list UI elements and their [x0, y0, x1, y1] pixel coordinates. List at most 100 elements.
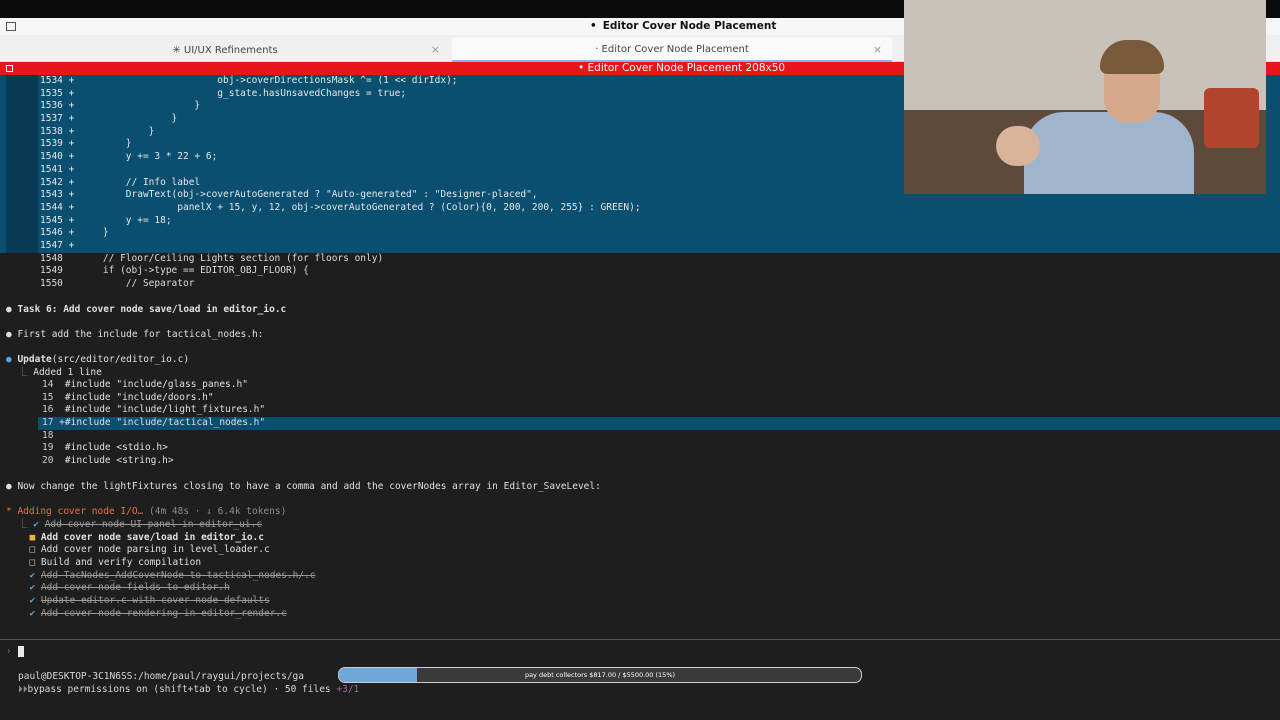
diff-gutter — [6, 201, 38, 215]
terminal-menu-icon[interactable] — [6, 65, 13, 72]
diff-line-text: 1541 + — [40, 163, 81, 175]
diff-gutter — [6, 239, 38, 253]
todo-item: ✔ Add TacNodes_AddCoverNode to tactical_… — [18, 570, 315, 583]
todo-item: □ Add cover node parsing in level_loader… — [18, 544, 270, 557]
diff-gutter — [6, 176, 38, 190]
diff-line-text: 1534 + obj->coverDirectionsMask ^= (1 <<… — [40, 75, 458, 86]
diff-line-text: 1548 // Floor/Ceiling Lights section (fo… — [40, 252, 384, 264]
diff-line-text: 1543 + DrawText(obj->coverAutoGenerated … — [40, 189, 538, 201]
tool-call-update: ● Update(src/editor/editor_io.c) — [6, 354, 190, 365]
webcam-object — [1204, 88, 1259, 148]
webcam-person-hand — [996, 126, 1040, 166]
diff-gutter — [6, 151, 38, 164]
progress-label: pay debt collectors $817.00 / $5500.00 (… — [524, 671, 676, 679]
line-number: 15 — [42, 392, 54, 403]
diff-line-text: 1537 + } — [40, 113, 178, 125]
line-number: 18 — [42, 430, 54, 441]
include-text: #include "include/doors.h" — [53, 392, 214, 403]
task-heading: ● Task 6: Add cover node save/load in ed… — [6, 304, 287, 315]
window-menu-icon[interactable] — [6, 22, 16, 31]
terminal-title: • Editor Cover Node Placement 208x50 — [578, 62, 786, 74]
webcam-person-shirt — [1024, 112, 1194, 194]
diff-line-text: 1547 + — [40, 239, 81, 251]
tab-label: · Editor Cover Node Placement — [595, 43, 749, 55]
line-number: 16 — [42, 404, 54, 415]
diff-gutter — [6, 278, 38, 291]
diff-line-text: 1535 + g_state.hasUnsavedChanges = true; — [40, 87, 407, 99]
diff-gutter — [6, 163, 38, 177]
diff-gutter — [6, 113, 38, 126]
diff-line: 1546 + } — [0, 227, 1280, 240]
diff-line: 1544 + panelX + 15, y, 12, obj->coverAut… — [0, 201, 1280, 215]
tab-ui-ux-refinements[interactable]: ✳ UI/UX Refinements × — [0, 38, 450, 62]
include-text: #include <string.h> — [53, 455, 174, 466]
diff-gutter — [6, 125, 38, 139]
diff-line: 1549 if (obj->type == EDITOR_OBJ_FLOOR) … — [0, 265, 1280, 278]
input-divider — [0, 639, 1280, 640]
tool-result-summary: ⎿ Added 1 line — [18, 367, 102, 378]
include-line: 16 #include "include/light_fixtures.h" — [42, 404, 265, 417]
todo-text: Build and verify compilation — [40, 557, 202, 568]
todo-item: ✔ Add cover node rendering in editor_ren… — [18, 608, 286, 621]
diff-line-text: 1546 + } — [40, 227, 109, 239]
diff-gutter — [6, 75, 38, 88]
diff-line: 1550 // Separator — [0, 278, 1280, 291]
include-line: 14 #include "include/glass_panes.h" — [42, 379, 248, 392]
line-number: 20 — [42, 455, 54, 466]
todo-item: ⎿ ✔ Add cover node UI panel in editor_ui… — [18, 519, 263, 530]
include-line: 15 #include "include/doors.h" — [42, 392, 214, 405]
diff-line-text: 1542 + // Info label — [40, 176, 201, 188]
diff-gutter — [6, 214, 38, 228]
include-line: 17 +#include "include/tactical_nodes.h" — [42, 417, 265, 430]
diff-line-text: 1544 + panelX + 15, y, 12, obj->coverAut… — [40, 201, 641, 213]
include-text: #include "include/glass_panes.h" — [53, 379, 248, 390]
tab-editor-cover-node-placement[interactable]: · Editor Cover Node Placement × — [452, 38, 892, 62]
activity-status: * Adding cover node I/O… (4m 48s · ↓ 6.4… — [6, 506, 287, 517]
close-icon[interactable]: × — [431, 43, 440, 56]
include-text: #include <stdio.h> — [53, 442, 168, 453]
prompt-chevron-icon: › — [6, 646, 12, 657]
todo-text: Update editor.c with cover node defaults — [40, 595, 270, 606]
include-line: 20 #include <string.h> — [42, 455, 174, 468]
line-number: 19 — [42, 442, 54, 453]
goal-progress-bar: pay debt collectors $817.00 / $5500.00 (… — [338, 667, 862, 683]
diff-line-text: 1545 + y += 18; — [40, 214, 172, 226]
include-text: +#include "include/tactical_nodes.h" — [53, 417, 266, 428]
include-line: 18 — [42, 430, 53, 443]
permission-mode[interactable]: ⏵⏵bypass permissions on (shift+tab to cy… — [18, 684, 359, 697]
line-number: 14 — [42, 379, 54, 390]
assistant-message: ● First add the include for tactical_nod… — [6, 329, 264, 340]
include-line: 19 #include <stdio.h> — [42, 442, 168, 455]
todo-item: ■ Add cover node save/load in editor_io.… — [18, 532, 264, 545]
cwd-path: paul@DESKTOP-3C1N6SS:/home/paul/raygui/p… — [18, 671, 304, 682]
diff-gutter — [6, 265, 38, 278]
line-number: 17 — [42, 417, 54, 428]
diff-line-text: 1550 // Separator — [40, 278, 195, 289]
assistant-message: ● Now change the lightFixtures closing t… — [6, 481, 601, 492]
diff-gutter — [6, 253, 38, 266]
todo-item: ✔ Update editor.c with cover node defaul… — [18, 595, 270, 608]
include-text: #include "include/light_fixtures.h" — [53, 404, 266, 415]
diff-gutter — [6, 100, 38, 114]
todo-text: Add cover node UI panel in editor_ui.c — [44, 519, 263, 530]
diff-line: 1548 // Floor/Ceiling Lights section (fo… — [0, 253, 1280, 266]
diff-line-text: 1538 + } — [40, 125, 155, 137]
diff-gutter — [6, 227, 38, 240]
diff-line-text: 1539 + } — [40, 138, 132, 150]
diff-gutter — [6, 189, 38, 202]
diff-line-text: 1540 + y += 3 * 22 + 6; — [40, 151, 218, 163]
tab-label: ✳ UI/UX Refinements — [172, 44, 278, 56]
todo-text: Add TacNodes_AddCoverNode to tactical_no… — [40, 570, 316, 581]
diff-line-text: 1549 if (obj->type == EDITOR_OBJ_FLOOR) … — [40, 265, 309, 277]
webcam-overlay — [904, 0, 1266, 194]
diff-line: 1547 + — [0, 239, 1280, 253]
close-icon[interactable]: × — [873, 43, 882, 56]
todo-item: □ Build and verify compilation — [18, 557, 201, 570]
todo-item: ✔ Add cover node fields to editor.h — [18, 582, 230, 595]
todo-text: Add cover node save/load in editor_io.c — [40, 532, 264, 543]
todo-text: Add cover node fields to editor.h — [40, 582, 230, 593]
diff-gutter — [6, 87, 38, 101]
todo-text: Add cover node parsing in level_loader.c — [40, 544, 270, 555]
input-cursor[interactable] — [18, 646, 24, 657]
diff-line-text: 1536 + } — [40, 100, 201, 112]
